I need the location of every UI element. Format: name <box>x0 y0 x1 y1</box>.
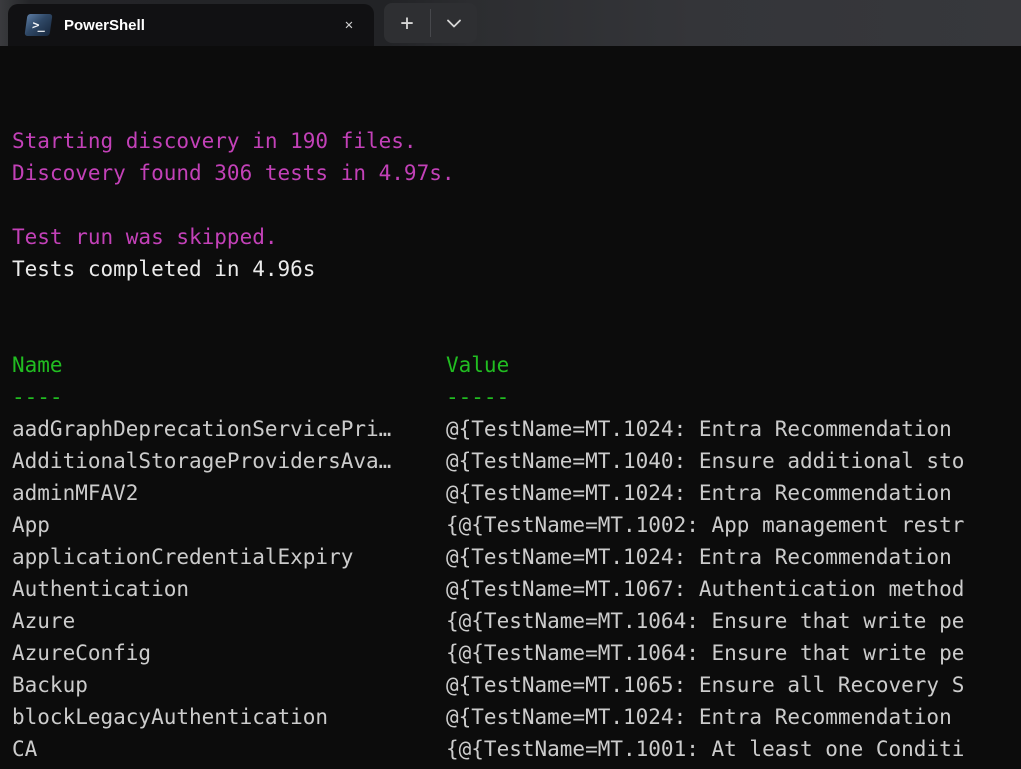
close-tab-icon[interactable]: ✕ <box>336 12 362 38</box>
table-row: Backup @{TestName=MT.1065: Ensure all Re… <box>12 669 1021 701</box>
header-name: Name <box>12 349 446 381</box>
row-value: @{TestName=MT.1067: Authentication metho… <box>446 573 1021 605</box>
table-row: CA {@{TestName=MT.1001: At least one Con… <box>12 733 1021 765</box>
table-row: aadGraphDeprecationServicePri… @{TestNam… <box>12 413 1021 445</box>
new-tab-button[interactable]: + <box>384 3 430 43</box>
row-value: @{TestName=MT.1024: Entra Recommendation <box>446 541 1021 573</box>
blank-line <box>12 317 1021 349</box>
discovery-start-line: Starting discovery in 190 files. <box>12 125 1021 157</box>
completed-line: Tests completed in 4.96s <box>12 253 1021 285</box>
table-header-row: Name Value <box>12 349 1021 381</box>
table-row: App {@{TestName=MT.1002: App management … <box>12 509 1021 541</box>
table-row: adminMFAV2 @{TestName=MT.1024: Entra Rec… <box>12 477 1021 509</box>
row-value: @{TestName=MT.1024: Entra Recommendation <box>446 701 1021 733</box>
row-value: @{TestName=MT.1040: Ensure additional st… <box>446 445 1021 477</box>
row-name: AzureConfig <box>12 637 446 669</box>
row-value: @{TestName=MT.1024: Entra Recommendation <box>446 413 1021 445</box>
tab-dropdown-button[interactable] <box>431 3 477 43</box>
row-name: Backup <box>12 669 446 701</box>
underline-name: ---- <box>12 381 446 413</box>
row-name: blockLegacyAuthentication <box>12 701 446 733</box>
table-row: Authentication @{TestName=MT.1067: Authe… <box>12 573 1021 605</box>
command-line: PS C:\> Get-MtTestInventory -Path ~/Maes… <box>12 61 1021 93</box>
tab-bar: >_ PowerShell ✕ + <box>0 0 1021 46</box>
discovery-found-line: Discovery found 306 tests in 4.97s. <box>12 157 1021 189</box>
table-row: Azure {@{TestName=MT.1064: Ensure that w… <box>12 605 1021 637</box>
row-value: {@{TestName=MT.1002: App management rest… <box>446 509 1021 541</box>
table-row: AzureConfig {@{TestName=MT.1064: Ensure … <box>12 637 1021 669</box>
table-row: blockLegacyAuthentication @{TestName=MT.… <box>12 701 1021 733</box>
row-name: Authentication <box>12 573 446 605</box>
row-name: aadGraphDeprecationServicePri… <box>12 413 446 445</box>
tab-title: PowerShell <box>64 17 336 34</box>
row-name: AdditionalStorageProvidersAva… <box>12 445 446 477</box>
underline-value: ----- <box>446 381 1021 413</box>
row-value: @{TestName=MT.1065: Ensure all Recovery … <box>446 669 1021 701</box>
row-value: {@{TestName=MT.1064: Ensure that write p… <box>446 637 1021 669</box>
table-row: applicationCredentialExpiry @{TestName=M… <box>12 541 1021 573</box>
row-value: @{TestName=MT.1024: Entra Recommendation <box>446 477 1021 509</box>
terminal-screen[interactable]: PS C:\> Get-MtTestInventory -Path ~/Maes… <box>0 46 1021 769</box>
new-tab-button-group: + <box>384 3 477 43</box>
chevron-down-icon <box>447 19 461 28</box>
table-underline-row: ---- ----- <box>12 381 1021 413</box>
row-name: Azure <box>12 605 446 637</box>
row-name: App <box>12 509 446 541</box>
row-value: {@{TestName=MT.1001: At least one Condit… <box>446 733 1021 765</box>
table-row: AdditionalStorageProvidersAva… @{TestNam… <box>12 445 1021 477</box>
row-name: adminMFAV2 <box>12 477 446 509</box>
skipped-line: Test run was skipped. <box>12 221 1021 253</box>
powershell-icon: >_ <box>24 14 52 36</box>
blank-line <box>12 93 1021 125</box>
blank-line <box>12 189 1021 221</box>
row-name: CA <box>12 733 446 765</box>
row-value: {@{TestName=MT.1064: Ensure that write p… <box>446 605 1021 637</box>
row-name: applicationCredentialExpiry <box>12 541 446 573</box>
tab-powershell[interactable]: >_ PowerShell ✕ <box>8 4 374 46</box>
header-value: Value <box>446 349 1021 381</box>
summary-line: Tests Passed: 0, Failed: 0, Skipped: 0, … <box>12 285 1021 317</box>
